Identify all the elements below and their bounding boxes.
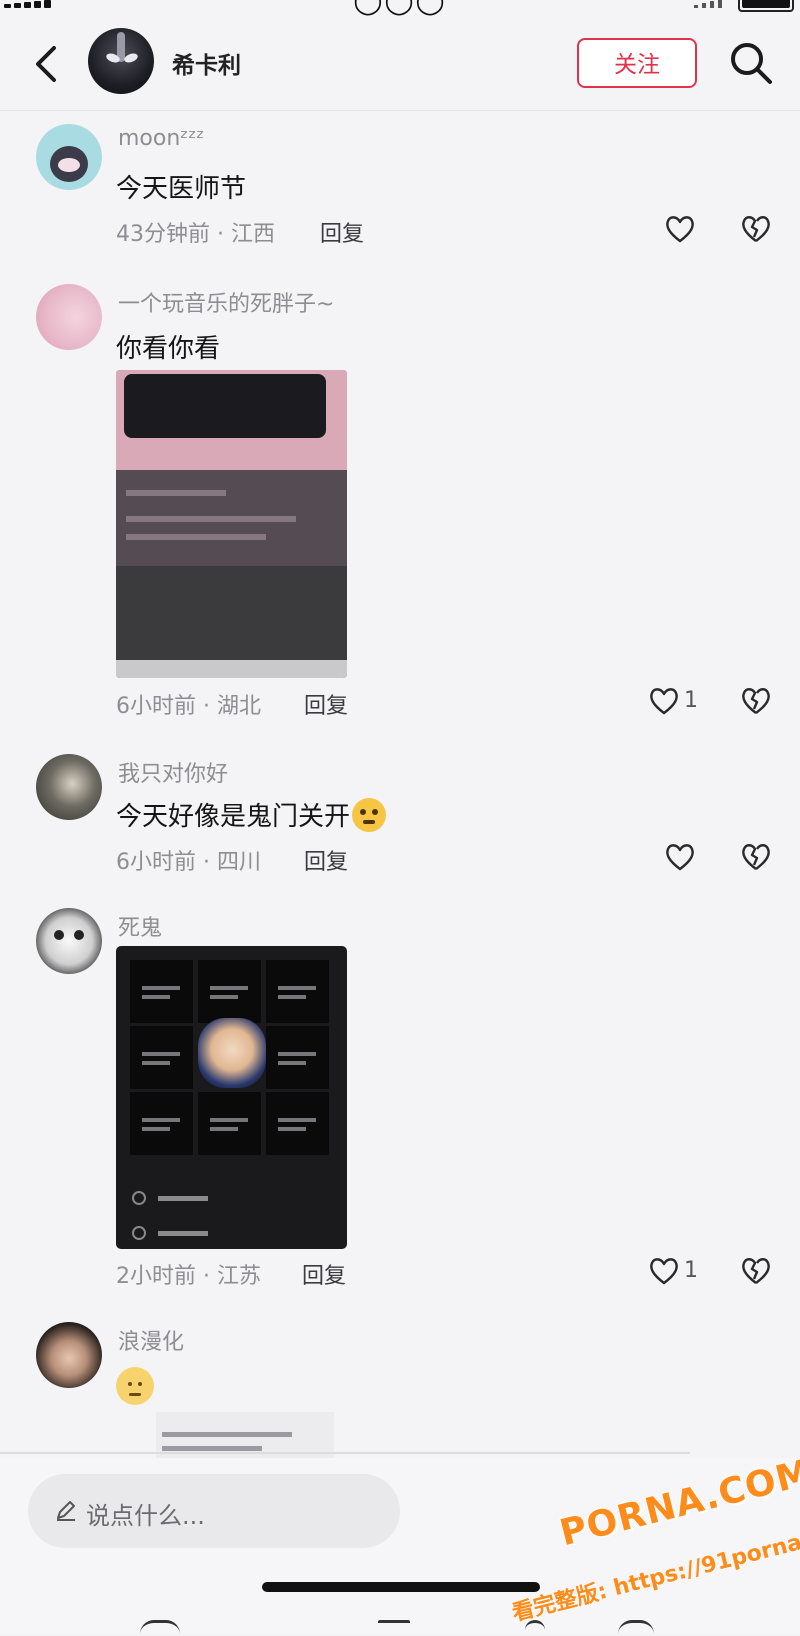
comment-username[interactable]: 死鬼 xyxy=(118,910,162,942)
status-bar: ◯◯◯ xyxy=(0,0,800,16)
comment-time-location: 43分钟前 · 江西 xyxy=(116,222,275,247)
reply-button[interactable]: 回复 xyxy=(304,688,348,720)
comment-username[interactable]: moonᶻᶻᶻ xyxy=(118,126,204,151)
heart-icon[interactable] xyxy=(648,1256,680,1286)
pencil-icon xyxy=(57,1501,75,1521)
reply-button[interactable]: 回复 xyxy=(320,216,364,248)
divider xyxy=(0,1452,690,1454)
comment-username[interactable]: 我只对你好 xyxy=(118,756,228,788)
comment-image[interactable] xyxy=(116,370,347,678)
comment-text: 今天好像是鬼门关开 xyxy=(116,796,387,833)
comment-time-location: 6小时前 · 湖北 xyxy=(116,694,261,719)
comment-image[interactable] xyxy=(156,1412,334,1462)
battery-icon xyxy=(738,0,794,12)
comment-input-placeholder: 说点什么... xyxy=(86,1502,205,1530)
channel-avatar[interactable] xyxy=(88,28,154,94)
heart-icon[interactable] xyxy=(664,214,696,244)
comment-text: 今天医师节 xyxy=(116,174,247,204)
like-count: 1 xyxy=(684,688,698,713)
comment-time-location: 6小时前 · 四川 xyxy=(116,850,261,875)
broken-heart-icon[interactable] xyxy=(740,685,772,717)
avatar[interactable] xyxy=(36,1322,102,1388)
search-icon[interactable] xyxy=(728,40,774,86)
avatar[interactable] xyxy=(36,124,102,190)
broken-heart-icon[interactable] xyxy=(740,1255,772,1287)
tab-bar-partial xyxy=(0,1620,800,1633)
comment-image[interactable] xyxy=(116,946,347,1249)
heart-icon[interactable] xyxy=(664,842,696,872)
heart-icon[interactable] xyxy=(648,686,680,716)
reply-button[interactable]: 回复 xyxy=(304,844,348,876)
sad-emoji-icon xyxy=(116,1367,154,1405)
avatar[interactable] xyxy=(36,754,102,820)
comment-text: 你看你看 xyxy=(116,334,221,364)
like-count: 1 xyxy=(684,1258,698,1283)
avatar[interactable] xyxy=(36,908,102,974)
home-indicator xyxy=(262,1582,540,1592)
comment-username[interactable]: 一个玩音乐的死胖子~ xyxy=(118,286,334,318)
broken-heart-icon[interactable] xyxy=(740,841,772,873)
broken-heart-icon[interactable] xyxy=(740,213,772,245)
thinking-emoji-icon xyxy=(352,798,387,832)
follow-button[interactable]: 关注 xyxy=(577,38,697,88)
comment-input[interactable]: 说点什么... xyxy=(28,1474,400,1548)
reply-button[interactable]: 回复 xyxy=(302,1258,346,1290)
comment-time-location: 2小时前 · 江苏 xyxy=(116,1264,261,1289)
avatar[interactable] xyxy=(36,284,102,350)
chevron-left-icon[interactable] xyxy=(30,44,66,84)
comment-username[interactable]: 浪漫化 xyxy=(118,1324,184,1356)
wifi-icon xyxy=(694,0,724,8)
channel-name[interactable]: 希卡利 xyxy=(172,46,241,80)
header: 希卡利 关注 xyxy=(0,14,800,111)
